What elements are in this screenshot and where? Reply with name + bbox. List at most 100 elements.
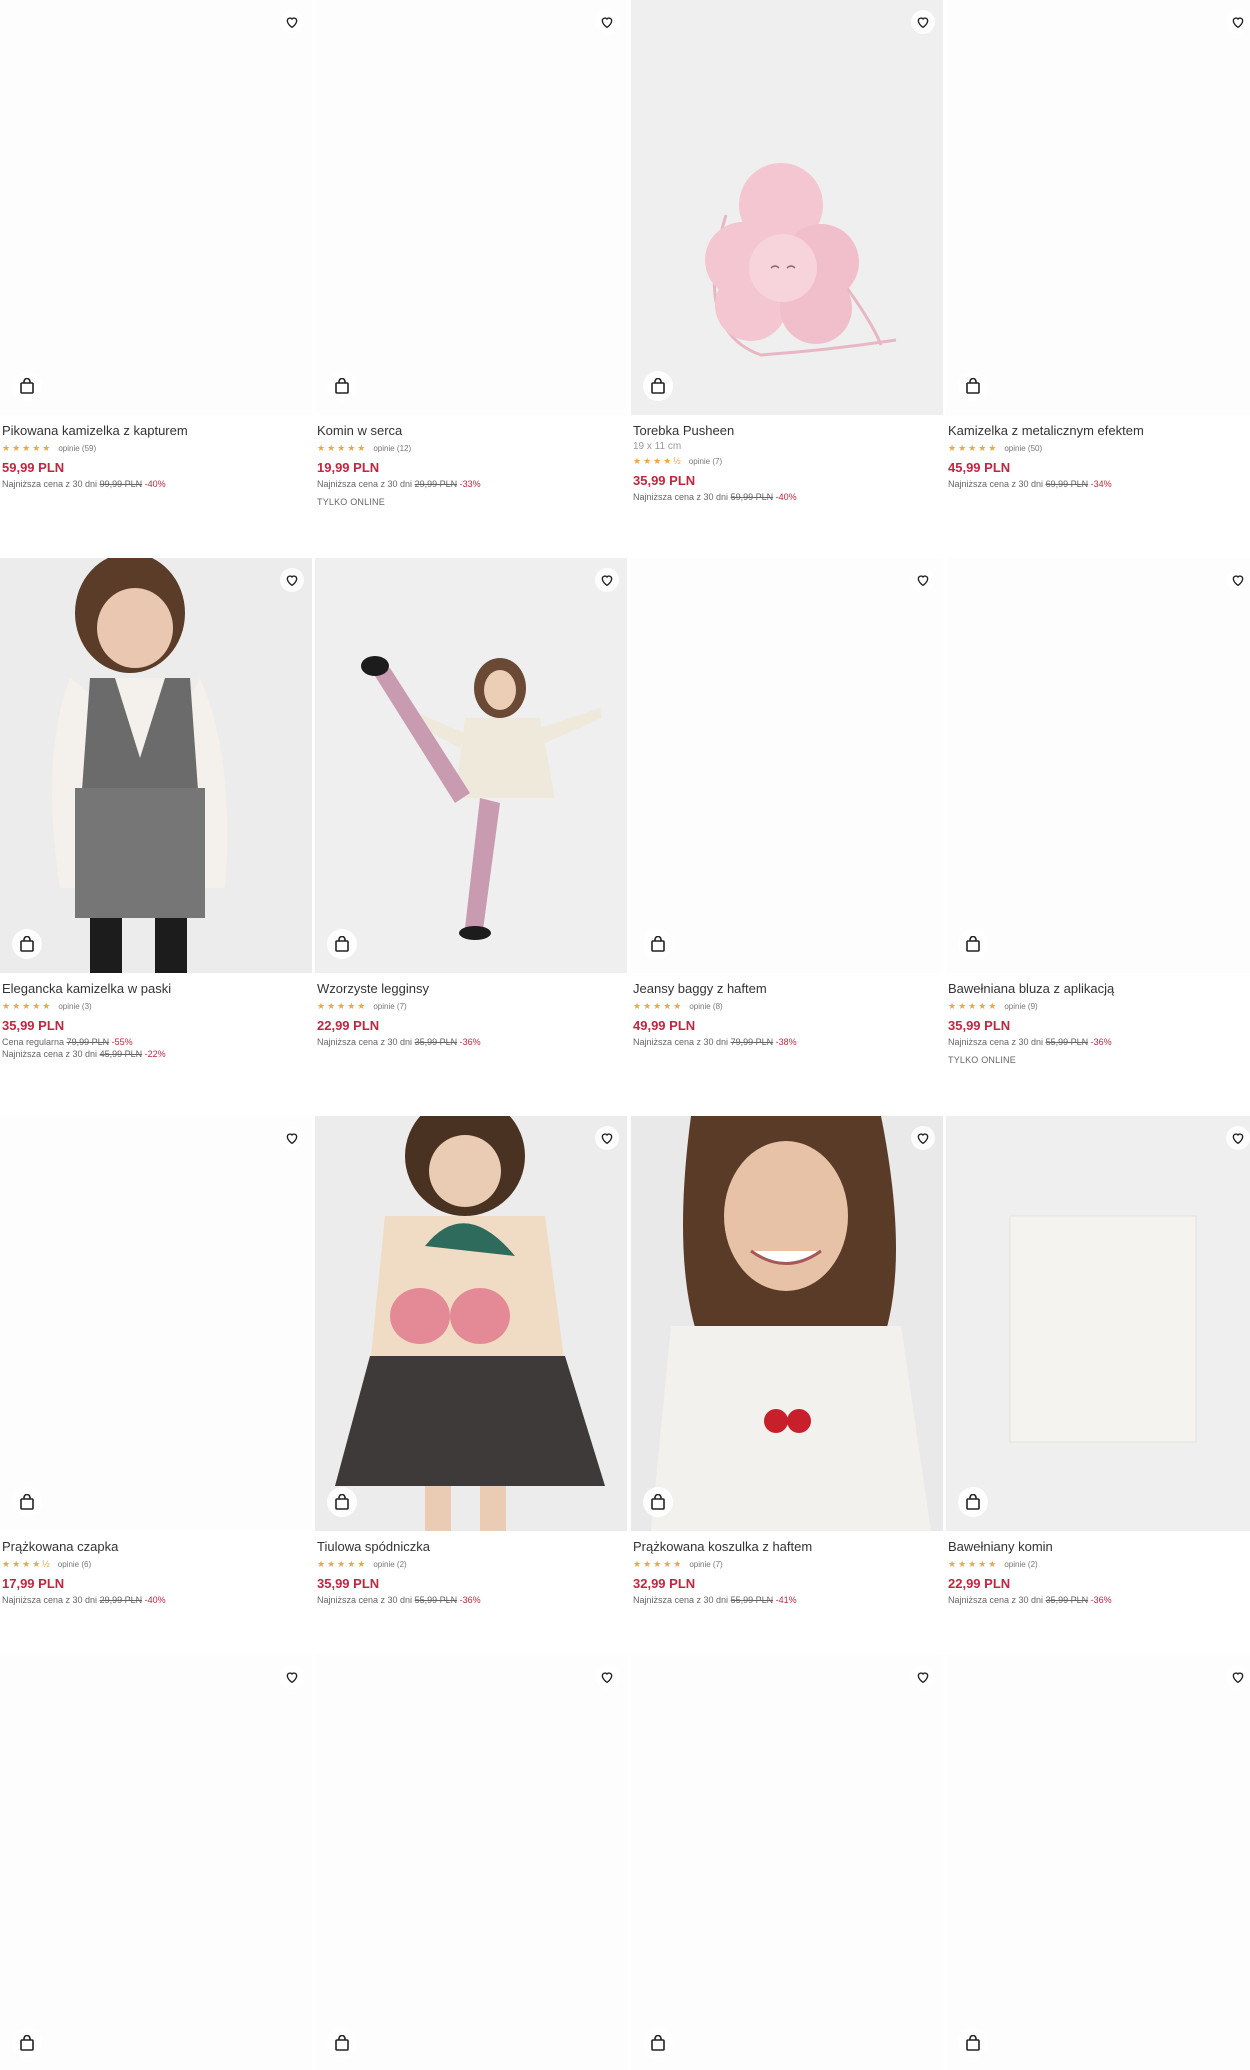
product-name[interactable]: Wzorzyste legginsy <box>317 981 625 997</box>
review-count[interactable]: opinie (6) <box>58 1560 91 1569</box>
product-price: 17,99 PLN <box>2 1576 65 1591</box>
add-to-cart-button[interactable] <box>327 1487 357 1517</box>
product-dimensions: 19 x 11 cm <box>633 441 682 452</box>
product-card[interactable]: Prążkowana czapka ★★★★½ opinie (6) 17,99 … <box>0 1116 312 1605</box>
product-card[interactable]: Tiulowa spódniczka ★★★★★ opinie (2) 35,99… <box>315 1116 627 1605</box>
add-to-cart-button[interactable] <box>958 1487 988 1517</box>
add-to-cart-button[interactable] <box>643 371 673 401</box>
shopping-bag-icon <box>20 2035 34 2051</box>
product-card[interactable]: Torebka Pusheen 19 x 11 cm ★★★★½ opinie (… <box>631 0 943 502</box>
wishlist-button[interactable] <box>280 10 304 34</box>
add-to-cart-button[interactable] <box>643 929 673 959</box>
review-count[interactable]: opinie (7) <box>373 1002 406 1011</box>
product-card[interactable]: Wzorzyste legginsy ★★★★★ opinie (7) 22,99… <box>315 558 627 1047</box>
wishlist-button[interactable] <box>595 10 619 34</box>
product-name[interactable]: Bawełniany komin <box>948 1539 1250 1555</box>
product-card[interactable]: Pikowana kamizelka z kapturem ★★★★★ opini… <box>0 0 312 489</box>
product-name[interactable]: Kamizelka z metalicznym efektem <box>948 423 1250 439</box>
lowest-price-info: Najniższa cena z 30 dni 29,99 PLN -33% <box>317 479 481 489</box>
wishlist-button[interactable] <box>595 568 619 592</box>
product-name[interactable]: Elegancka kamizelka w paski <box>2 981 310 997</box>
review-count[interactable]: opinie (12) <box>373 444 411 453</box>
product-card[interactable]: Komin w serca ★★★★★ opinie (12) 19,99 PLN… <box>315 0 627 507</box>
product-card[interactable] <box>315 1655 627 2070</box>
lowest-price-info: Najniższa cena z 30 dni 79,99 PLN -38% <box>633 1037 797 1047</box>
product-name[interactable]: Tiulowa spódniczka <box>317 1539 625 1555</box>
shopping-bag-icon <box>651 936 665 952</box>
product-card[interactable]: Elegancka kamizelka w paski ★★★★★ opinie … <box>0 558 312 1059</box>
wishlist-button[interactable] <box>911 1126 935 1150</box>
wishlist-button[interactable] <box>595 1665 619 1689</box>
add-to-cart-button[interactable] <box>12 2028 42 2058</box>
add-to-cart-button[interactable] <box>958 929 988 959</box>
add-to-cart-button[interactable] <box>12 1487 42 1517</box>
product-image[interactable] <box>946 0 1250 415</box>
add-to-cart-button[interactable] <box>643 1487 673 1517</box>
product-name[interactable]: Prążkowana czapka <box>2 1539 310 1555</box>
girl-vest-photo <box>52 558 228 973</box>
product-name[interactable]: Jeansy baggy z haftem <box>633 981 941 997</box>
wishlist-button[interactable] <box>1226 1665 1250 1689</box>
review-count[interactable]: opinie (7) <box>689 1560 722 1569</box>
review-count[interactable]: opinie (50) <box>1004 444 1042 453</box>
product-card[interactable] <box>0 1655 312 2070</box>
product-card[interactable] <box>946 1655 1250 2070</box>
product-name[interactable]: Komin w serca <box>317 423 625 439</box>
product-card[interactable]: Bawełniana bluza z aplikacją ★★★★★ opinie… <box>946 558 1250 1065</box>
wishlist-button[interactable] <box>911 568 935 592</box>
wishlist-button[interactable] <box>595 1126 619 1150</box>
product-image[interactable] <box>315 1116 627 1531</box>
product-card[interactable]: Kamizelka z metalicznym efektem ★★★★★ opi… <box>946 0 1250 489</box>
product-name[interactable]: Prążkowana koszulka z haftem <box>633 1539 941 1555</box>
add-to-cart-button[interactable] <box>12 371 42 401</box>
add-to-cart-button[interactable] <box>958 2028 988 2058</box>
wishlist-button[interactable] <box>1226 1126 1250 1150</box>
lowest-price-info: Najniższa cena z 30 dni 29,99 PLN -40% <box>2 1595 166 1605</box>
shopping-bag-icon <box>335 936 349 952</box>
wishlist-button[interactable] <box>280 568 304 592</box>
product-image[interactable] <box>946 558 1250 973</box>
product-image[interactable] <box>315 558 627 973</box>
wishlist-button[interactable] <box>280 1665 304 1689</box>
wishlist-button[interactable] <box>1226 568 1250 592</box>
product-image[interactable] <box>0 558 312 973</box>
product-price: 49,99 PLN <box>633 1018 696 1033</box>
product-image[interactable] <box>631 558 943 973</box>
add-to-cart-button[interactable] <box>643 2028 673 2058</box>
lowest-price-info: Najniższa cena z 30 dni 35,99 PLN -36% <box>317 1037 481 1047</box>
review-count[interactable]: opinie (9) <box>1004 1002 1037 1011</box>
review-count[interactable]: opinie (7) <box>689 457 722 466</box>
product-image[interactable] <box>631 0 943 415</box>
wishlist-button[interactable] <box>911 10 935 34</box>
product-image[interactable] <box>946 1116 1250 1531</box>
review-count[interactable]: opinie (2) <box>373 1560 406 1569</box>
product-image[interactable] <box>631 1655 943 2070</box>
review-count[interactable]: opinie (2) <box>1004 1560 1037 1569</box>
add-to-cart-button[interactable] <box>958 371 988 401</box>
product-image[interactable] <box>315 0 627 415</box>
product-card[interactable]: Jeansy baggy z haftem ★★★★★ opinie (8) 49… <box>631 558 943 1047</box>
heart-icon <box>917 1133 929 1145</box>
product-card[interactable]: Bawełniany komin ★★★★★ opinie (2) 22,99 P… <box>946 1116 1250 1605</box>
add-to-cart-button[interactable] <box>12 929 42 959</box>
add-to-cart-button[interactable] <box>327 929 357 959</box>
product-image[interactable] <box>315 1655 627 2070</box>
product-card[interactable]: Prążkowana koszulka z haftem ★★★★★ opinie… <box>631 1116 943 1605</box>
product-image[interactable] <box>0 1655 312 2070</box>
review-count[interactable]: opinie (59) <box>58 444 96 453</box>
product-image[interactable] <box>0 0 312 415</box>
wishlist-button[interactable] <box>911 1665 935 1689</box>
add-to-cart-button[interactable] <box>327 371 357 401</box>
product-image[interactable] <box>946 1655 1250 2070</box>
product-card[interactable] <box>631 1655 943 2070</box>
product-name[interactable]: Pikowana kamizelka z kapturem <box>2 423 310 439</box>
product-name[interactable]: Torebka Pusheen <box>633 423 941 439</box>
product-image[interactable] <box>631 1116 943 1531</box>
wishlist-button[interactable] <box>280 1126 304 1150</box>
review-count[interactable]: opinie (3) <box>58 1002 91 1011</box>
product-name[interactable]: Bawełniana bluza z aplikacją <box>948 981 1250 997</box>
review-count[interactable]: opinie (8) <box>689 1002 722 1011</box>
add-to-cart-button[interactable] <box>327 2028 357 2058</box>
product-image[interactable] <box>0 1116 312 1531</box>
wishlist-button[interactable] <box>1226 10 1250 34</box>
